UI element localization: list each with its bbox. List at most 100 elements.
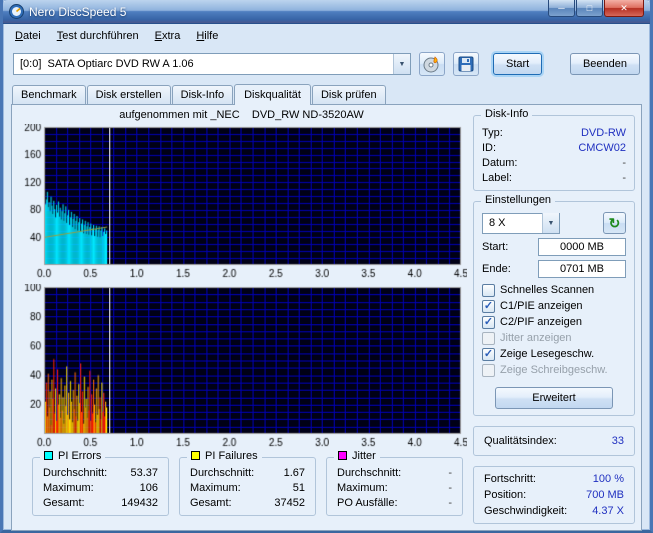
burn-disc-button[interactable] (419, 52, 445, 76)
checkbox-label: Zeige Lesegeschw. (500, 348, 594, 360)
tab-disk-info[interactable]: Disk-Info (172, 85, 233, 104)
progress-position-label: Position: (484, 487, 526, 503)
progress-rows: Fortschritt:100 %Position:700 MBGeschwin… (476, 471, 632, 519)
stat-title-pi-errors: PI Errors (40, 450, 105, 462)
menu-item-hilfe[interactable]: Hilfe (188, 27, 226, 45)
stat-box-pi-failures: PI FailuresDurchschnitt:1.67Maximum:51Ge… (179, 457, 316, 516)
checkbox-box[interactable] (482, 284, 495, 297)
window-controls: ─ □ ✕ (548, 0, 644, 17)
checkbox-box[interactable]: ✓ (482, 348, 495, 361)
stat-label: Durchschnitt: (337, 466, 401, 481)
stat-label: Maximum: (337, 481, 388, 496)
save-icon (458, 56, 474, 72)
stat-pi-errors-durchschnitt: Durchschnitt:53.37 (37, 466, 164, 481)
disk-info-datum-value: - (622, 156, 626, 171)
minimize-button[interactable]: ─ (548, 0, 575, 17)
save-button[interactable] (453, 52, 479, 76)
checkbox-jitter-anzeigen: Jitter anzeigen (482, 330, 626, 346)
burn-disc-icon (423, 55, 441, 73)
checkbox-box (482, 364, 495, 377)
stat-label: PO Ausfälle: (337, 496, 398, 511)
start-button[interactable]: Start (493, 53, 542, 75)
stat-pi-errors-maximum: Maximum:106 (37, 481, 164, 496)
stat-value: - (448, 481, 452, 496)
stat-label: Maximum: (43, 481, 94, 496)
stat-title-jitter: Jitter (334, 450, 380, 462)
menu-item-extra[interactable]: Extra (147, 27, 189, 45)
stat-value: 1.67 (284, 466, 305, 481)
progress-fortschritt-label: Fortschritt: (484, 471, 536, 487)
chevron-down-icon: ▼ (393, 54, 410, 74)
disk-info-typ: Typ:DVD-RW (476, 126, 632, 141)
checkbox-zeige-schreibgeschw: Zeige Schreibgeschw. (482, 362, 626, 378)
start-field-label: Start: (482, 241, 508, 253)
quality-index-label: Qualitätsindex: (484, 435, 557, 447)
tab-disk-erstellen[interactable]: Disk erstellen (87, 85, 171, 104)
checkbox-box[interactable]: ✓ (482, 316, 495, 329)
quality-index-box: Qualitätsindex: 33 (473, 426, 635, 456)
refresh-button[interactable]: ↻ (603, 212, 626, 234)
stat-value: 53.37 (130, 466, 158, 481)
end-mb-field[interactable]: 0701 MB (538, 260, 626, 278)
close-button[interactable]: ✕ (604, 0, 644, 17)
drive-selector[interactable]: [0:0] SATA Optiarc DVD RW A 1.06 ▼ (13, 53, 411, 75)
disk-info-id-value: CMCW02 (578, 141, 626, 156)
disk-info-id-label: ID: (482, 141, 496, 156)
stat-value: 37452 (274, 496, 305, 511)
stat-label: Maximum: (190, 481, 241, 496)
checkbox-c2-pif-anzeigen[interactable]: ✓ C2/PIF anzeigen (482, 314, 626, 330)
stat-title-label: Jitter (352, 450, 376, 462)
progress-position: Position: 700 MB (476, 487, 632, 503)
quality-index-value: 33 (612, 435, 624, 447)
tab-disk-pr-fen[interactable]: Disk prüfen (312, 85, 386, 104)
progress-position-value: 700 MB (586, 487, 624, 503)
stat-title-label: PI Failures (205, 450, 258, 462)
tab-benchmark[interactable]: Benchmark (12, 85, 86, 104)
disk-info-rows: Typ:DVD-RWID:CMCW02Datum:-Label:- (476, 126, 632, 186)
legend-square-pi-failures (191, 451, 200, 460)
app-icon (9, 4, 24, 19)
advanced-button[interactable]: Erweitert (495, 387, 613, 409)
toolbar: [0:0] SATA Optiarc DVD RW A 1.06 ▼ Start… (3, 48, 650, 80)
start-field-row: Start: 0000 MB (482, 238, 626, 256)
sidebar: Disk-Info Typ:DVD-RWID:CMCW02Datum:-Labe… (471, 109, 637, 526)
stat-pi-failures-durchschnitt: Durchschnitt: 1.67 (184, 466, 311, 481)
speed-row: 8 X ▼ ↻ (482, 212, 626, 234)
speed-selector-value: 8 X (483, 217, 506, 229)
disk-info-label-value: - (622, 171, 626, 186)
checkbox-list: Schnelles Scannen✓C1/PIE anzeigen✓C2/PIF… (482, 282, 626, 378)
chevron-down-icon: ▼ (542, 213, 559, 233)
drive-selector-value: [0:0] SATA Optiarc DVD RW A 1.06 (14, 58, 194, 70)
menubar: DateiTest durchführenExtraHilfe (3, 24, 650, 48)
speed-selector[interactable]: 8 X ▼ (482, 213, 560, 234)
quit-button[interactable]: Beenden (570, 53, 640, 75)
checkbox-label: Jitter anzeigen (500, 332, 572, 344)
start-mb-field[interactable]: 0000 MB (538, 238, 626, 256)
pi-errors-chart (16, 124, 467, 280)
checkbox-schnelles-scannen[interactable]: Schnelles Scannen (482, 282, 626, 298)
menu-item-datei[interactable]: Datei (7, 27, 49, 45)
progress-geschwindigkeit-value: 4.37 X (592, 503, 624, 519)
titlebar: Nero DiscSpeed 5 ─ □ ✕ (3, 0, 650, 24)
checkbox-zeige-lesegeschw[interactable]: ✓ Zeige Lesegeschw. (482, 346, 626, 362)
checkbox-box (482, 332, 495, 345)
checkbox-c1-pie-anzeigen[interactable]: ✓C1/PIE anzeigen (482, 298, 626, 314)
charts-area: aufgenommen mit _NEC DVD_RW ND-3520AW PI… (16, 109, 467, 526)
maximize-button[interactable]: □ (576, 0, 603, 17)
disk-info-datum: Datum:- (476, 156, 632, 171)
tab-diskqualit-t[interactable]: Diskqualität (234, 84, 311, 105)
checkbox-label: C2/PIF anzeigen (500, 316, 582, 328)
disk-info-id: ID: CMCW02 (476, 141, 632, 156)
settings-group: Einstellungen 8 X ▼ ↻ Start: 0000 MB (473, 201, 635, 416)
progress-fortschritt-value: 100 % (593, 471, 624, 487)
legend-square-pi-errors (44, 451, 53, 460)
stat-label: Durchschnitt: (190, 466, 254, 481)
menu-item-test-durchf-hren[interactable]: Test durchführen (49, 27, 147, 45)
checkbox-box[interactable]: ✓ (482, 300, 495, 313)
stat-value: 51 (293, 481, 305, 496)
stat-jitter-maximum: Maximum: - (331, 481, 458, 496)
stat-jitter-po-ausf-lle: PO Ausfälle:- (331, 496, 458, 511)
end-field-label: Ende: (482, 263, 511, 275)
disk-info-typ-label: Typ: (482, 126, 503, 141)
stat-value: 149432 (121, 496, 158, 511)
